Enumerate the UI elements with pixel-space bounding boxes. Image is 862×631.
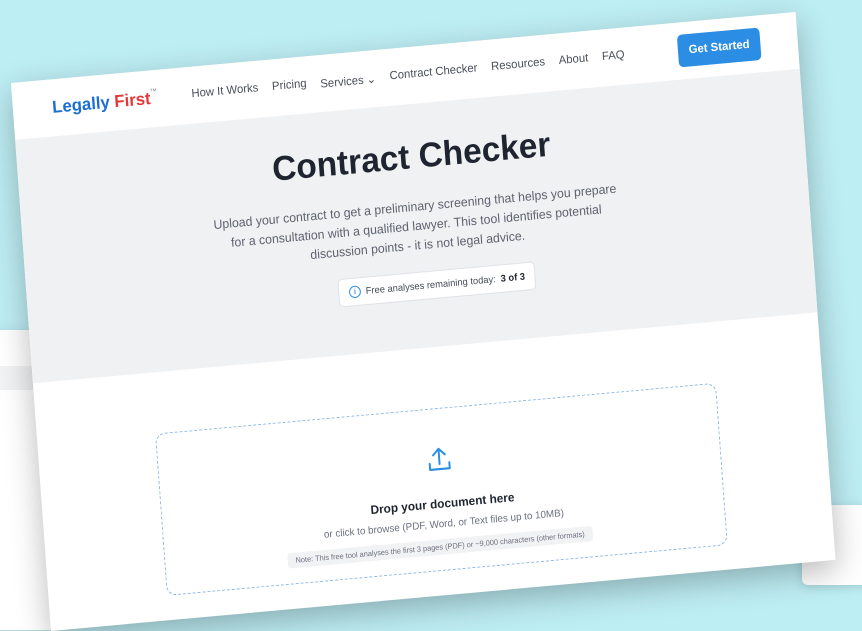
nav-item-contract-checker[interactable]: Contract Checker	[389, 62, 478, 84]
quota-badge: i Free analyses remaining today: 3 of 3	[337, 261, 537, 308]
nav-item-how-it-works[interactable]: How It Works	[191, 82, 259, 102]
screenshot-stage: Legally First™ How It Works Pricing Serv…	[11, 11, 836, 631]
brand-logo[interactable]: Legally First™	[52, 88, 159, 118]
brand-trademark: ™	[149, 88, 158, 96]
nav-item-about[interactable]: About	[558, 52, 589, 69]
brand-name-accent: First	[113, 88, 152, 112]
file-dropzone[interactable]: Drop your document here or click to brow…	[155, 382, 728, 596]
info-icon: i	[348, 285, 362, 299]
brand-name-main: Legally	[51, 92, 111, 117]
upload-icon	[428, 447, 451, 471]
nav-item-faq[interactable]: FAQ	[602, 49, 626, 65]
nav-item-services-label: Services	[319, 74, 365, 91]
page-description: Upload your contract to get a preliminar…	[213, 181, 617, 263]
nav-item-services[interactable]: Services ⌄	[320, 71, 377, 90]
get-started-button[interactable]: Get Started	[676, 27, 762, 68]
quota-value: 3 of 3	[500, 270, 526, 285]
chevron-down-icon: ⌄	[366, 73, 377, 87]
nav-item-pricing[interactable]: Pricing	[272, 78, 308, 95]
quota-label: Free analyses remaining today:	[365, 273, 497, 297]
web-page: Legally First™ How It Works Pricing Serv…	[11, 11, 836, 631]
nav-item-resources[interactable]: Resources	[491, 56, 546, 75]
